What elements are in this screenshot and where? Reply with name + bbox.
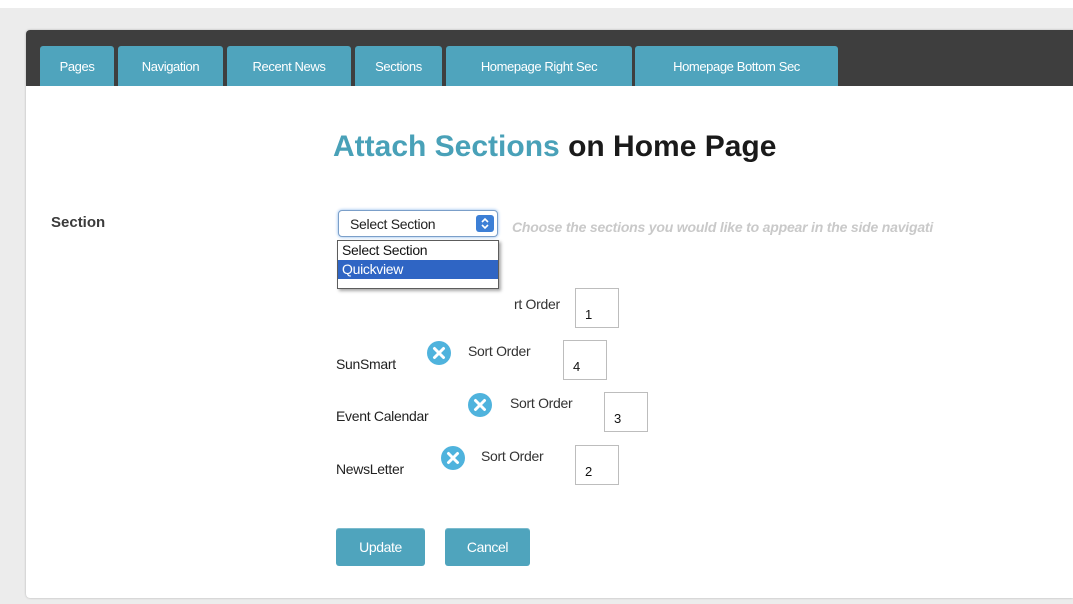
dropdown-option-quickview[interactable]: Quickview — [338, 260, 498, 279]
section-select[interactable]: Select Section — [338, 210, 498, 237]
tab-label: Pages — [59, 58, 95, 74]
sort-order-input[interactable] — [563, 340, 607, 380]
section-row-name: SunSmart — [336, 356, 396, 372]
section-row-name: NewsLetter — [336, 461, 404, 477]
tab-label: Homepage Right Sec — [480, 58, 598, 74]
section-select-dropdown: Select Section Quickview — [337, 240, 499, 289]
sort-order-input[interactable] — [604, 392, 648, 432]
admin-panel: Pages Navigation Recent News Sections Ho… — [26, 30, 1073, 598]
section-select-value: Select Section — [350, 216, 436, 232]
top-strip — [0, 0, 1073, 8]
circle-x-icon[interactable] — [467, 392, 493, 418]
sort-order-label: rt Order — [514, 296, 560, 312]
page-title-rest: on Home Page — [568, 130, 777, 163]
content-area: Attach Sections on Home Page Section Sel… — [26, 86, 1073, 598]
sort-order-input[interactable] — [575, 445, 619, 485]
tab-pages[interactable]: Pages — [40, 46, 114, 86]
tab-bar: Pages Navigation Recent News Sections Ho… — [26, 30, 1073, 86]
section-row: NewsLetter Sort Order — [336, 445, 636, 485]
section-field-label: Section — [51, 214, 106, 231]
updown-chevron-icon — [476, 215, 494, 232]
page-title: Attach Sections on Home Page — [333, 130, 776, 164]
section-hint-text: Choose the sections you would like to ap… — [512, 219, 934, 235]
update-button[interactable]: Update — [336, 528, 425, 566]
section-row: SunSmart Sort Order — [336, 340, 636, 380]
sort-order-input[interactable] — [575, 288, 619, 328]
circle-x-icon[interactable] — [426, 340, 452, 366]
tab-homepage-right-sec[interactable]: Homepage Right Sec — [446, 46, 632, 86]
tab-label: Sections — [375, 58, 422, 74]
sort-order-label: Sort Order — [468, 343, 531, 359]
tab-navigation[interactable]: Navigation — [118, 46, 223, 86]
tab-homepage-bottom-sec[interactable]: Homepage Bottom Sec — [635, 46, 838, 86]
section-row-name: Event Calendar — [336, 408, 429, 424]
tab-label: Recent News — [252, 58, 326, 74]
dropdown-option-select-section[interactable]: Select Section — [338, 241, 498, 260]
sort-order-label: Sort Order — [510, 395, 573, 411]
tab-sections[interactable]: Sections — [355, 46, 442, 86]
cancel-button[interactable]: Cancel — [445, 528, 530, 566]
section-row: Event Calendar Sort Order — [336, 392, 676, 432]
circle-x-icon[interactable] — [440, 445, 466, 471]
page-title-accent: Attach Sections — [333, 130, 560, 163]
tab-recent-news[interactable]: Recent News — [227, 46, 351, 86]
section-row: rt Order — [336, 288, 636, 328]
sort-order-label: Sort Order — [481, 448, 544, 464]
tab-label: Homepage Bottom Sec — [673, 58, 800, 74]
tab-label: Navigation — [141, 58, 200, 74]
